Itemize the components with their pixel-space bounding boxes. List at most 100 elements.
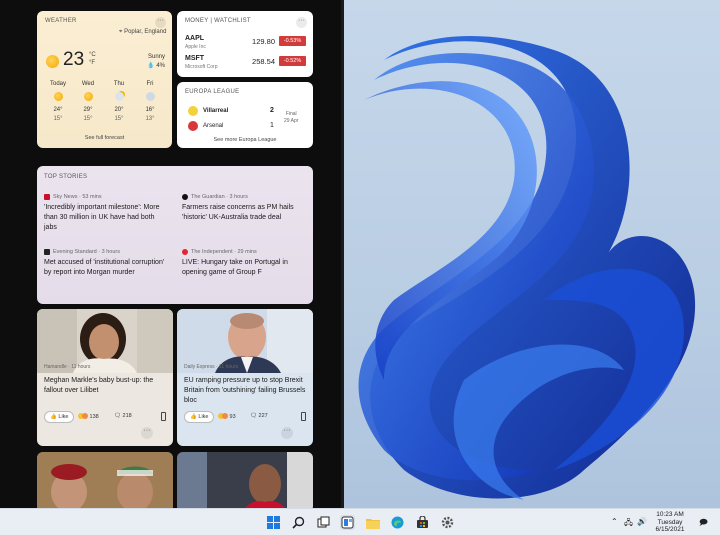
weather-widget[interactable]: WEATHER ··· ⌖ Poplar, England 23 °C °F Su… [37, 11, 172, 148]
story-item[interactable]: The Independent · 29 mins LIVE: Hungary … [182, 248, 306, 278]
forecast-day-label: Wed [81, 81, 95, 87]
forecast-day-label: Fri [146, 81, 154, 87]
match-status: Final 29 Apr [284, 111, 298, 125]
home-score: 2 [270, 107, 274, 114]
thumbs-up-icon: 👍 [50, 414, 57, 420]
news-headline[interactable]: Meghan Markle's baby bust-up: the fallou… [44, 376, 167, 396]
story-source: Sky News · 53 mins [44, 193, 168, 201]
weather-header: WEATHER [45, 18, 77, 24]
windows-logo-icon [267, 516, 280, 529]
more-options-icon[interactable]: ··· [155, 17, 166, 28]
emoji-reaction-icon [222, 413, 228, 419]
stock-symbol: AAPL [185, 35, 205, 42]
notifications-icon[interactable]: 🗩 [699, 517, 708, 531]
forecast-high: 29° [83, 107, 93, 113]
story-source: The Independent · 29 mins [182, 248, 306, 256]
arsenal-crest-icon [188, 121, 198, 131]
like-label: Like [198, 414, 209, 420]
story-source: The Guardian · 3 hours [182, 193, 306, 201]
unit-celsius[interactable]: °C [89, 52, 96, 58]
clock[interactable]: 10:23 AM Tuesday 6/15/2021 [648, 511, 692, 534]
unit-fahrenheit[interactable]: °F [89, 60, 95, 66]
comment-count: 227 [258, 413, 268, 419]
news-card-partial[interactable] [177, 452, 313, 508]
stock-price: 129.80 [252, 37, 275, 46]
watchlist-widget[interactable]: MONEY | WATCHLIST ··· AAPL Apple Inc 129… [177, 11, 313, 77]
edge-icon [391, 516, 404, 529]
temperature-units[interactable]: °C °F [89, 51, 96, 67]
precip-value: 4% [156, 63, 165, 69]
widgets-button[interactable] [340, 515, 355, 530]
news-headline[interactable]: EU ramping pressure up to stop Brexit Br… [184, 376, 307, 406]
clock-time: 10:23 AM [656, 511, 684, 518]
task-view-button[interactable] [316, 515, 331, 530]
microsoft-store-button[interactable] [415, 515, 430, 530]
chevron-up-icon[interactable]: ⌃ [611, 517, 618, 526]
network-icon[interactable]: 🖧 [624, 517, 633, 531]
forecast-day: Thu 20° 15° [106, 81, 132, 122]
bloom-wallpaper-art [358, 36, 696, 500]
search-button[interactable] [291, 515, 306, 530]
reactions[interactable]: 93 [218, 413, 236, 420]
weather-location: ⌖ Poplar, England [119, 29, 166, 36]
folder-icon [365, 518, 380, 529]
see-more-europa-league-link[interactable]: See more Europa League [177, 137, 313, 143]
reactions[interactable]: 138 [78, 413, 99, 420]
comments[interactable]: 🗨 227 [250, 413, 268, 419]
story-item[interactable]: The Guardian · 3 hours Farmers raise con… [182, 193, 306, 223]
sports-widget[interactable]: EUROPA LEAGUE Villarreal 2 Arsenal 1 Fin… [177, 82, 313, 148]
settings-button[interactable] [440, 515, 455, 530]
top-stories-header: TOP STORIES [44, 174, 88, 180]
see-full-forecast-link[interactable]: See full forecast [37, 135, 172, 141]
stock-name: Microsoft Corp [185, 64, 218, 70]
like-button[interactable]: 👍 Like [184, 411, 215, 423]
news-card-partial[interactable] [37, 452, 173, 508]
forecast-high: 24° [53, 107, 63, 113]
comment-icon: 🗨 [250, 413, 257, 419]
save-icon[interactable] [161, 412, 166, 421]
stock-row[interactable]: AAPL Apple Inc 129.80 -0.53% [185, 35, 306, 53]
story-item[interactable]: Evening Standard · 3 hours Met accused o… [44, 248, 168, 278]
save-icon[interactable] [301, 412, 306, 421]
rain-cloud-icon [145, 92, 155, 101]
sports-header: EUROPA LEAGUE [185, 89, 240, 95]
stock-row[interactable]: MSFT Microsoft Corp 258.54 -0.52% [185, 55, 306, 73]
store-bag-icon [417, 516, 428, 528]
story-headline[interactable]: LIVE: Hungary take on Portugal in openin… [182, 258, 306, 278]
stock-change-badge: -0.52% [279, 56, 306, 66]
forecast-day: Wed 29° 15° [75, 81, 101, 122]
forecast-day: Fri 16° 13° [137, 81, 163, 122]
desktop-wallpaper [344, 0, 720, 508]
match-status-label: Final [285, 111, 297, 117]
more-options-icon[interactable]: ··· [296, 17, 307, 28]
story-headline[interactable]: 'Incredibly important milestone': More t… [44, 203, 168, 233]
sun-icon [83, 92, 93, 101]
thumbs-up-icon: 👍 [190, 414, 197, 420]
sun-icon [46, 55, 59, 68]
stock-price: 258.54 [252, 57, 275, 66]
watchlist-header: MONEY | WATCHLIST [185, 18, 251, 24]
forecast-low: 13° [145, 116, 155, 122]
like-button[interactable]: 👍 Like [44, 411, 75, 423]
clock-date: 6/15/2021 [655, 526, 685, 534]
story-headline[interactable]: Met accused of 'institutional corruption… [44, 258, 168, 278]
home-team-name: Villarreal [203, 108, 229, 114]
file-explorer-button[interactable] [365, 515, 380, 530]
taskbar: ⌃ 🖧 🔊 10:23 AM Tuesday 6/15/2021 🗩 [0, 508, 720, 535]
more-options-icon[interactable]: ··· [141, 427, 153, 439]
reaction-count: 138 [89, 414, 99, 420]
evening-standard-logo-icon [44, 249, 50, 255]
forecast-high: 20° [114, 107, 124, 113]
forecast-day-label: Today [49, 81, 66, 87]
start-button[interactable] [266, 515, 281, 530]
story-headline[interactable]: Farmers raise concerns as PM hails 'hist… [182, 203, 306, 223]
news-card[interactable]: Daily Express · 11 hours EU ramping pres… [177, 309, 313, 446]
news-card[interactable]: Hamandle · 11 hours Meghan Markle's baby… [37, 309, 173, 446]
volume-icon[interactable]: 🔊 [637, 517, 647, 526]
weather-condition: Sunny 💧 4% [147, 53, 165, 71]
story-item[interactable]: Sky News · 53 mins 'Incredibly important… [44, 193, 168, 233]
comments[interactable]: 🗨 218 [114, 413, 132, 419]
news-photo [37, 452, 173, 508]
edge-browser-button[interactable] [390, 515, 405, 530]
more-options-icon[interactable]: ··· [281, 427, 293, 439]
